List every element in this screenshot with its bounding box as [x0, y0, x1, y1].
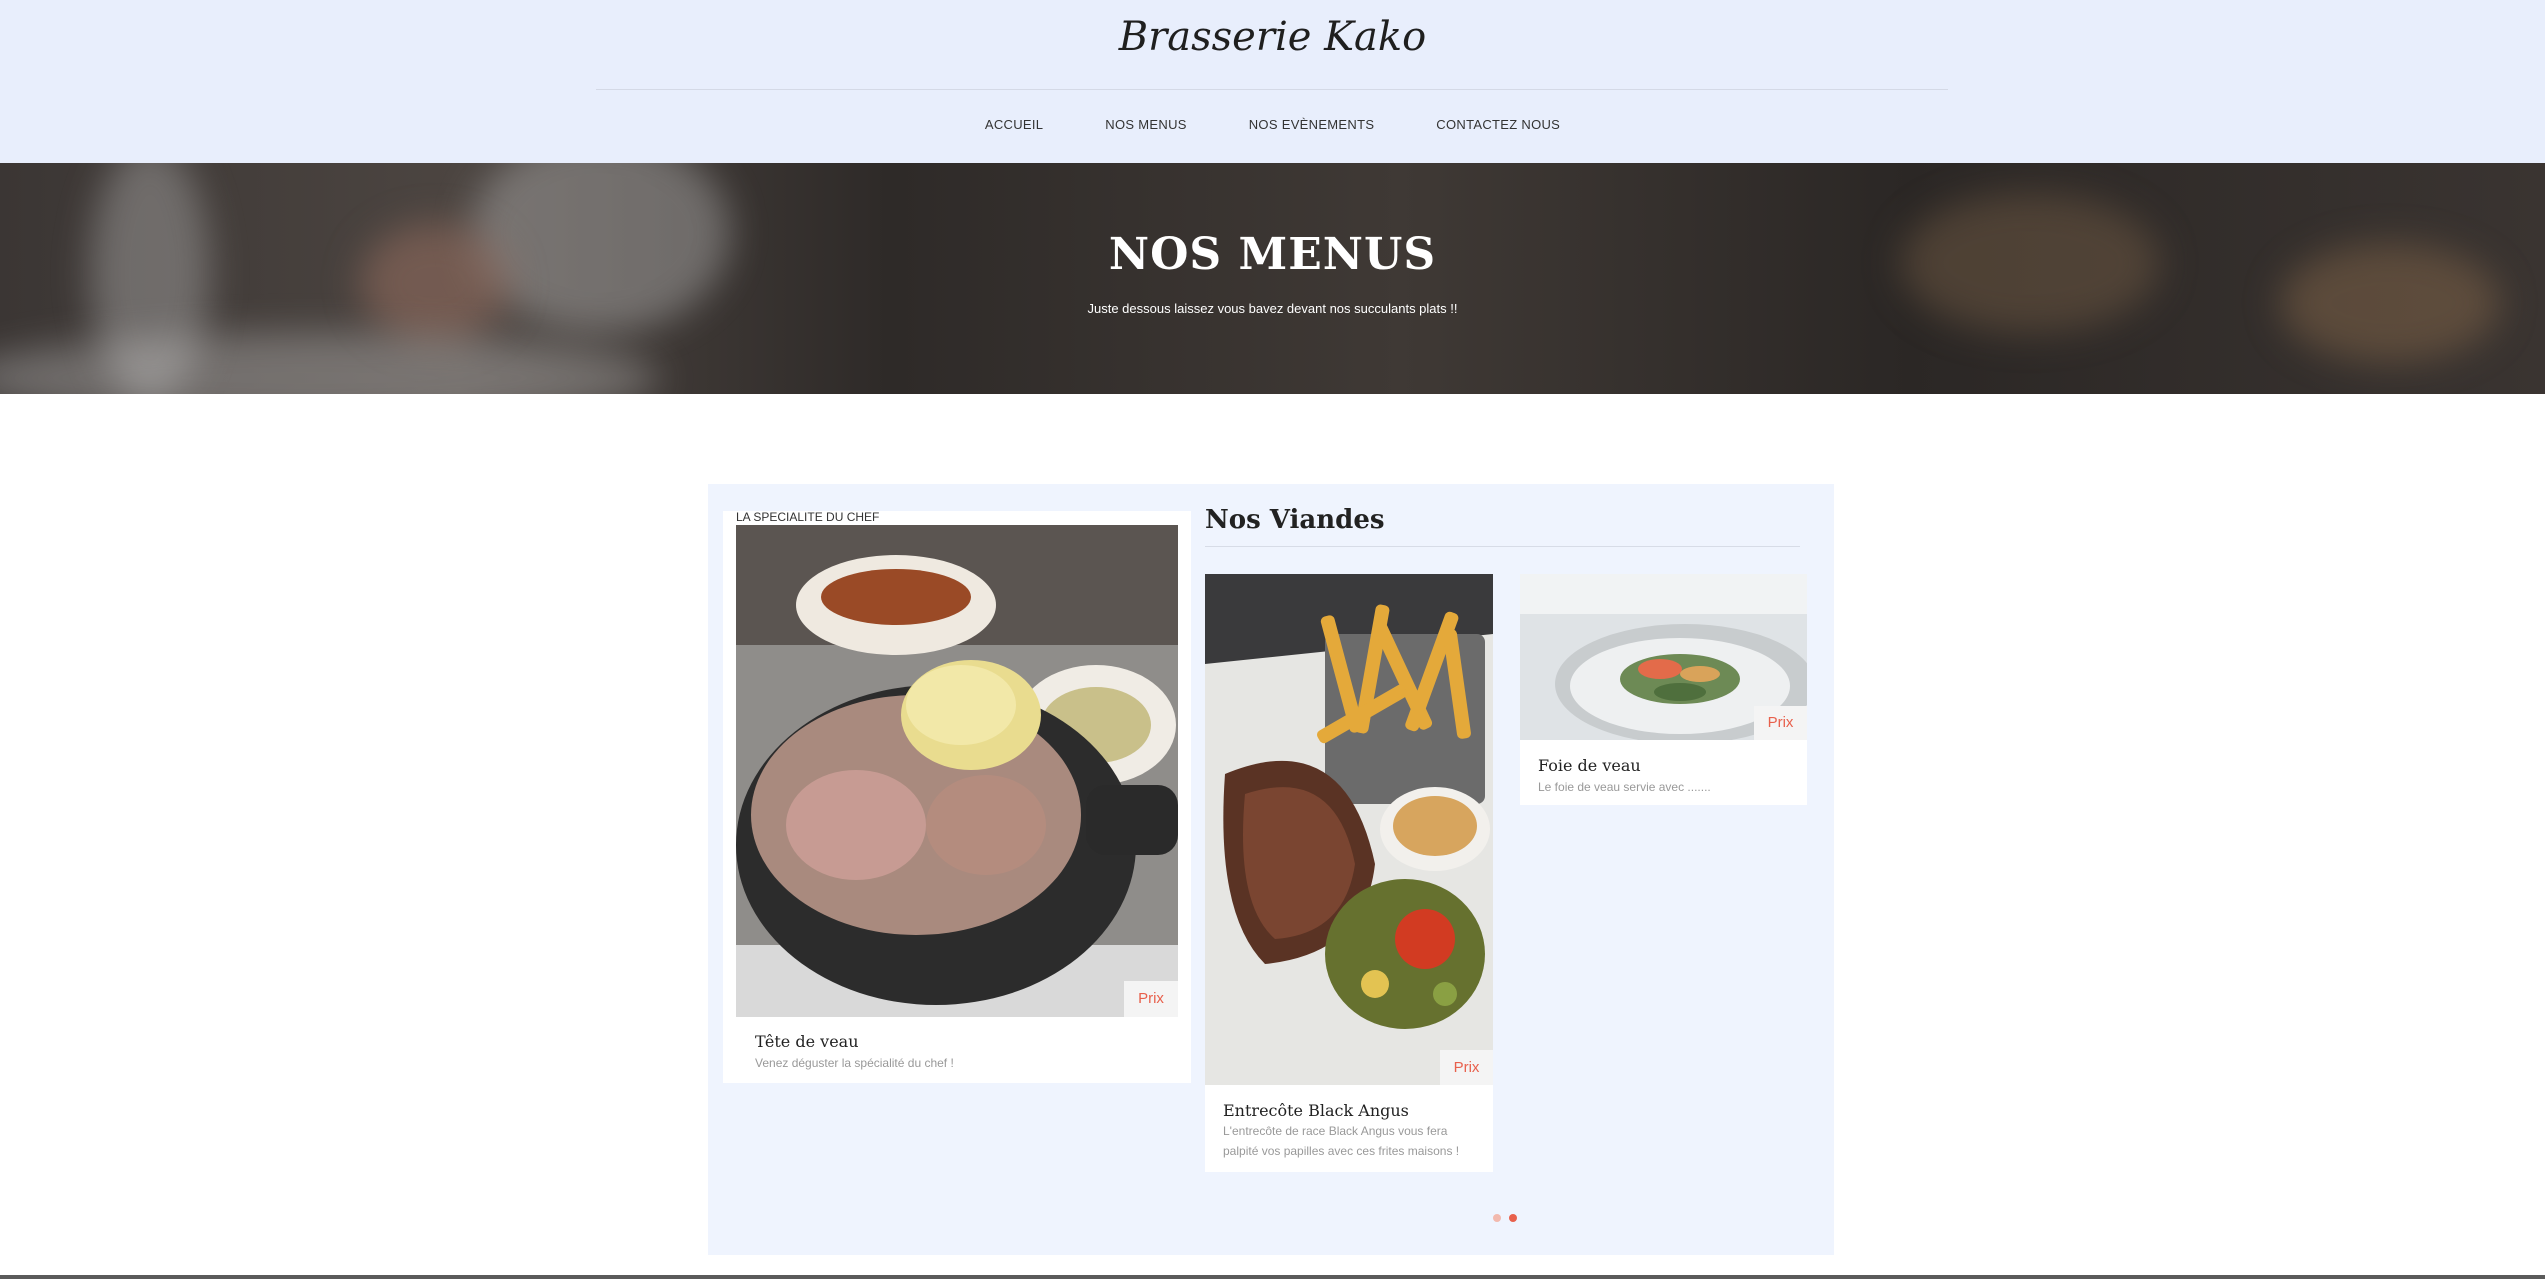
main-nav: ACCUEIL NOS MENUS NOS EVÈNEMENTS CONTACT… [0, 117, 2545, 132]
dish-photo[interactable] [1205, 574, 1493, 1085]
hero-background-table [0, 333, 660, 394]
dish-name: Entrecôte Black Angus [1223, 1101, 1409, 1120]
chef-special-tag: LA SPECIALITE DU CHEF [736, 510, 880, 524]
chef-dish-image [736, 525, 1178, 1017]
dish-image-entrecote [1205, 574, 1493, 1085]
dish-price-button[interactable]: Prix [1440, 1050, 1493, 1085]
chef-dish-photo[interactable] [736, 525, 1178, 1017]
hero-banner: NOS MENUS Juste dessous laissez vous bav… [0, 163, 2545, 394]
dish-price-button[interactable]: Prix [1754, 706, 1807, 740]
nav-item-contactez-nous[interactable]: CONTACTEZ NOUS [1405, 117, 1591, 132]
dish-name: Foie de veau [1538, 756, 1641, 775]
footer-edge [0, 1275, 2545, 1279]
page-title: NOS MENUS [1108, 229, 1437, 280]
brand-logo[interactable]: Brasserie Kako [0, 14, 2545, 60]
dish-description: Le foie de veau servie avec ....... [1538, 780, 1711, 794]
carousel-dot-1[interactable] [1493, 1214, 1501, 1222]
chef-price-button[interactable]: Prix [1124, 981, 1178, 1017]
hero-subtitle: Juste dessous laissez vous bavez devant … [1087, 301, 1458, 316]
site-header: Brasserie Kako ACCUEIL NOS MENUS NOS EVÈ… [0, 0, 2545, 163]
chef-dish-name: Tête de veau [755, 1032, 859, 1051]
chef-dish-description: Venez déguster la spécialité du chef ! [755, 1056, 954, 1070]
nav-item-nos-evenements[interactable]: NOS EVÈNEMENTS [1218, 117, 1406, 132]
carousel-dot-2[interactable] [1509, 1214, 1517, 1222]
header-divider [596, 89, 1948, 90]
dish-description: L'entrecôte de race Black Angus vous fer… [1223, 1124, 1460, 1158]
nav-item-nos-menus[interactable]: NOS MENUS [1074, 117, 1217, 132]
section-title: Nos Viandes [1205, 505, 1385, 535]
nav-item-accueil[interactable]: ACCUEIL [954, 117, 1074, 132]
section-divider [1205, 546, 1800, 547]
